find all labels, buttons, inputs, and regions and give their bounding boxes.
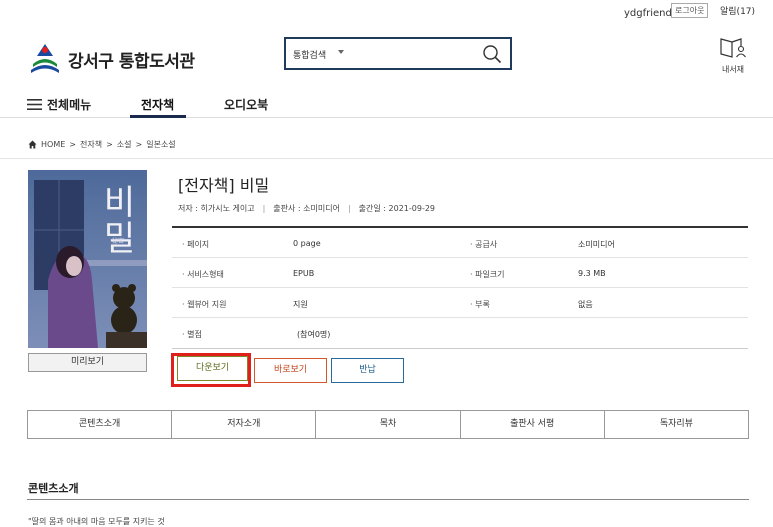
info-value: 지원 xyxy=(293,300,308,309)
info-key: · 웹뷰어 지원 xyxy=(182,300,227,309)
book-cover-image: 비밀 秘密 xyxy=(28,170,147,348)
main-nav: 전체메뉴 전자책 오디오북 xyxy=(0,88,773,118)
all-menu-button[interactable]: 전체메뉴 xyxy=(47,96,91,113)
tab-author-intro[interactable]: 저자소개 xyxy=(172,411,317,438)
search-icon[interactable] xyxy=(482,44,502,64)
info-row: · 페이지 0 page · 공급사 소미미디어 xyxy=(172,228,748,258)
meta-separator: | xyxy=(262,204,266,213)
book-user-icon[interactable] xyxy=(719,37,747,59)
section-title: 콘텐츠소개 xyxy=(28,482,79,495)
breadcrumb-japanese-novel[interactable]: 일본소설 xyxy=(146,139,175,150)
divider xyxy=(0,158,773,159)
info-key: · 페이지 xyxy=(182,240,210,249)
info-value: 소미미디어 xyxy=(578,240,615,249)
site-title[interactable]: 강서구 통합도서관 xyxy=(68,47,195,72)
read-now-button[interactable]: 바로보기 xyxy=(254,358,327,383)
tab-audiobook[interactable]: 오디오북 xyxy=(224,96,268,113)
breadcrumb-separator: > xyxy=(69,140,76,149)
cover-title: 비밀 xyxy=(96,184,136,256)
info-row: · 서비스형태 EPUB · 파일크기 9.3 MB xyxy=(172,258,748,288)
return-button[interactable]: 반납 xyxy=(331,358,404,383)
library-logo-icon[interactable] xyxy=(29,42,61,74)
info-key: · 파일크기 xyxy=(470,270,505,279)
author[interactable]: 저자 : 히가시노 게이고 xyxy=(178,204,255,213)
cover-subtitle: 秘密 xyxy=(112,238,125,245)
breadcrumb-ebook[interactable]: 전자책 xyxy=(80,139,102,150)
breadcrumb: HOME > 전자책 > 소설 > 일본소설 xyxy=(28,139,176,150)
tab-reader-review[interactable]: 독자리뷰 xyxy=(605,411,748,438)
book-meta: 저자 : 히가시노 게이고 | 출판사 : 소미미디어 | 출간일 : 2021-09-… xyxy=(178,203,435,214)
alerts-link[interactable]: 알림(17) xyxy=(720,4,755,17)
my-library-link[interactable]: 내서재 xyxy=(718,37,748,75)
breadcrumb-home[interactable]: HOME xyxy=(41,140,65,149)
info-value: 0 page xyxy=(293,239,321,248)
meta-separator: | xyxy=(347,204,351,213)
chevron-down-icon[interactable] xyxy=(338,50,344,54)
download-button[interactable]: 다운보기 xyxy=(177,356,248,381)
active-tab-indicator xyxy=(130,115,186,118)
info-value: 없음 xyxy=(578,300,593,309)
publish-date: 출간일 : 2021-09-29 xyxy=(358,204,436,213)
info-key: · 서비스형태 xyxy=(182,270,224,279)
info-value: EPUB xyxy=(293,269,315,278)
book-title: [전자책] 비밀 xyxy=(178,176,270,195)
my-library-label: 내서재 xyxy=(721,65,745,74)
tab-ebook[interactable]: 전자책 xyxy=(141,96,174,113)
home-icon[interactable] xyxy=(28,140,37,149)
publisher[interactable]: 출판사 : 소미미디어 xyxy=(273,204,340,213)
info-key: · 부록 xyxy=(470,300,490,309)
logout-button[interactable]: 로그아웃 xyxy=(671,3,709,18)
breadcrumb-separator: > xyxy=(106,140,113,149)
section-text: "딸의 몸과 아내의 마음 모두를 지키는 것 xyxy=(28,517,165,526)
info-key: · 별점 xyxy=(182,330,202,339)
top-utility-bar: ydgfriend님 로그아웃 알림(17) xyxy=(0,0,773,20)
book-info-table: · 페이지 0 page · 공급사 소미미디어 · 서비스형태 EPUB · … xyxy=(172,226,748,349)
info-row: · 별점 (참여0명) xyxy=(172,318,748,348)
section-divider xyxy=(27,499,749,500)
breadcrumb-separator: > xyxy=(135,140,143,149)
tab-publisher-review[interactable]: 출판사 서평 xyxy=(461,411,605,438)
rating-value: (참여0명) xyxy=(297,330,331,339)
preview-button[interactable]: 미리보기 xyxy=(28,353,147,372)
info-row: · 웹뷰어 지원 지원 · 부록 없음 xyxy=(172,288,748,318)
info-key: · 공급사 xyxy=(470,240,498,249)
tab-toc[interactable]: 목차 xyxy=(316,411,461,438)
search-category-select[interactable]: 통합검색 xyxy=(293,48,326,61)
info-value: 9.3 MB xyxy=(578,269,606,278)
breadcrumb-novel[interactable]: 소설 xyxy=(117,139,132,150)
hamburger-menu-icon[interactable] xyxy=(27,99,42,110)
tab-content-intro[interactable]: 콘텐츠소개 xyxy=(28,411,173,438)
search-box[interactable]: 통합검색 xyxy=(284,37,512,70)
detail-tabs: 콘텐츠소개 저자소개 목차 출판사 서평 독자리뷰 xyxy=(27,410,749,439)
